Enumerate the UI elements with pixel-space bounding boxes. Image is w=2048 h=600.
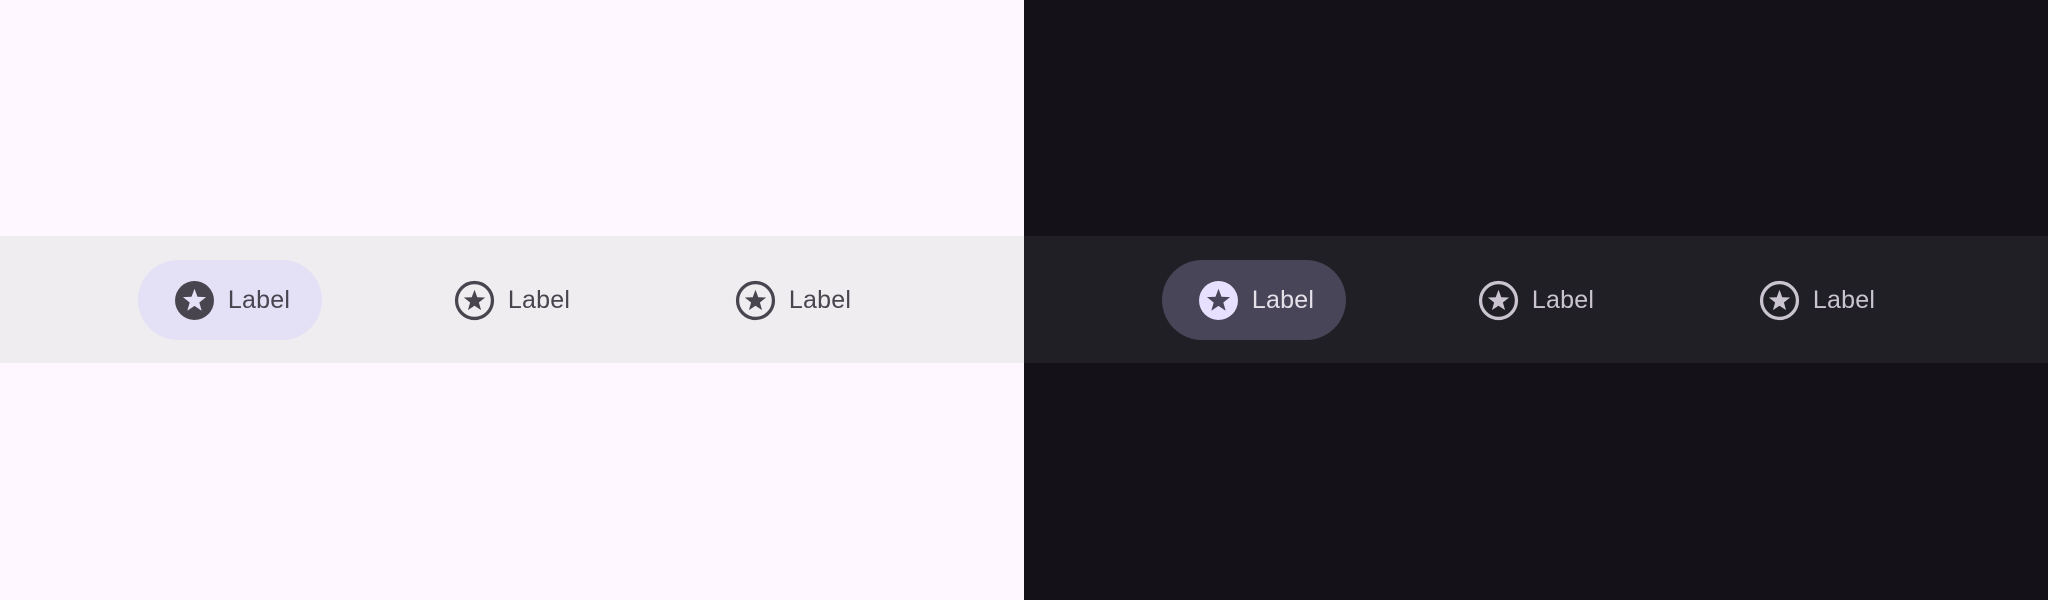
nav-item-3[interactable]: Label (1759, 260, 1875, 340)
nav-item-3[interactable]: Label (735, 260, 851, 340)
nav-item-label: Label (1812, 285, 1876, 314)
navigation-bar: Label Label Label (1024, 236, 2048, 363)
nav-item-1[interactable]: Label (1162, 260, 1346, 340)
star-circle-outline-icon (1478, 280, 1519, 321)
nav-item-1[interactable]: Label (138, 260, 322, 340)
nav-item-label: Label (1251, 285, 1315, 314)
light-theme-panel: Label Label Label (0, 0, 1024, 600)
star-circle-outline-icon (454, 280, 495, 321)
nav-item-2[interactable]: Label (454, 260, 570, 340)
nav-item-2[interactable]: Label (1478, 260, 1594, 340)
navigation-bar: Label Label Label (0, 236, 1024, 363)
star-circle-icon (1198, 280, 1239, 321)
star-circle-icon (174, 280, 215, 321)
nav-item-label: Label (1531, 285, 1595, 314)
nav-item-label: Label (788, 285, 852, 314)
star-circle-outline-icon (735, 280, 776, 321)
nav-item-label: Label (507, 285, 571, 314)
stage: Label Label Label Label Label Label (0, 0, 2048, 600)
star-circle-outline-icon (1759, 280, 1800, 321)
dark-theme-panel: Label Label Label (1024, 0, 2048, 600)
nav-item-label: Label (227, 285, 291, 314)
